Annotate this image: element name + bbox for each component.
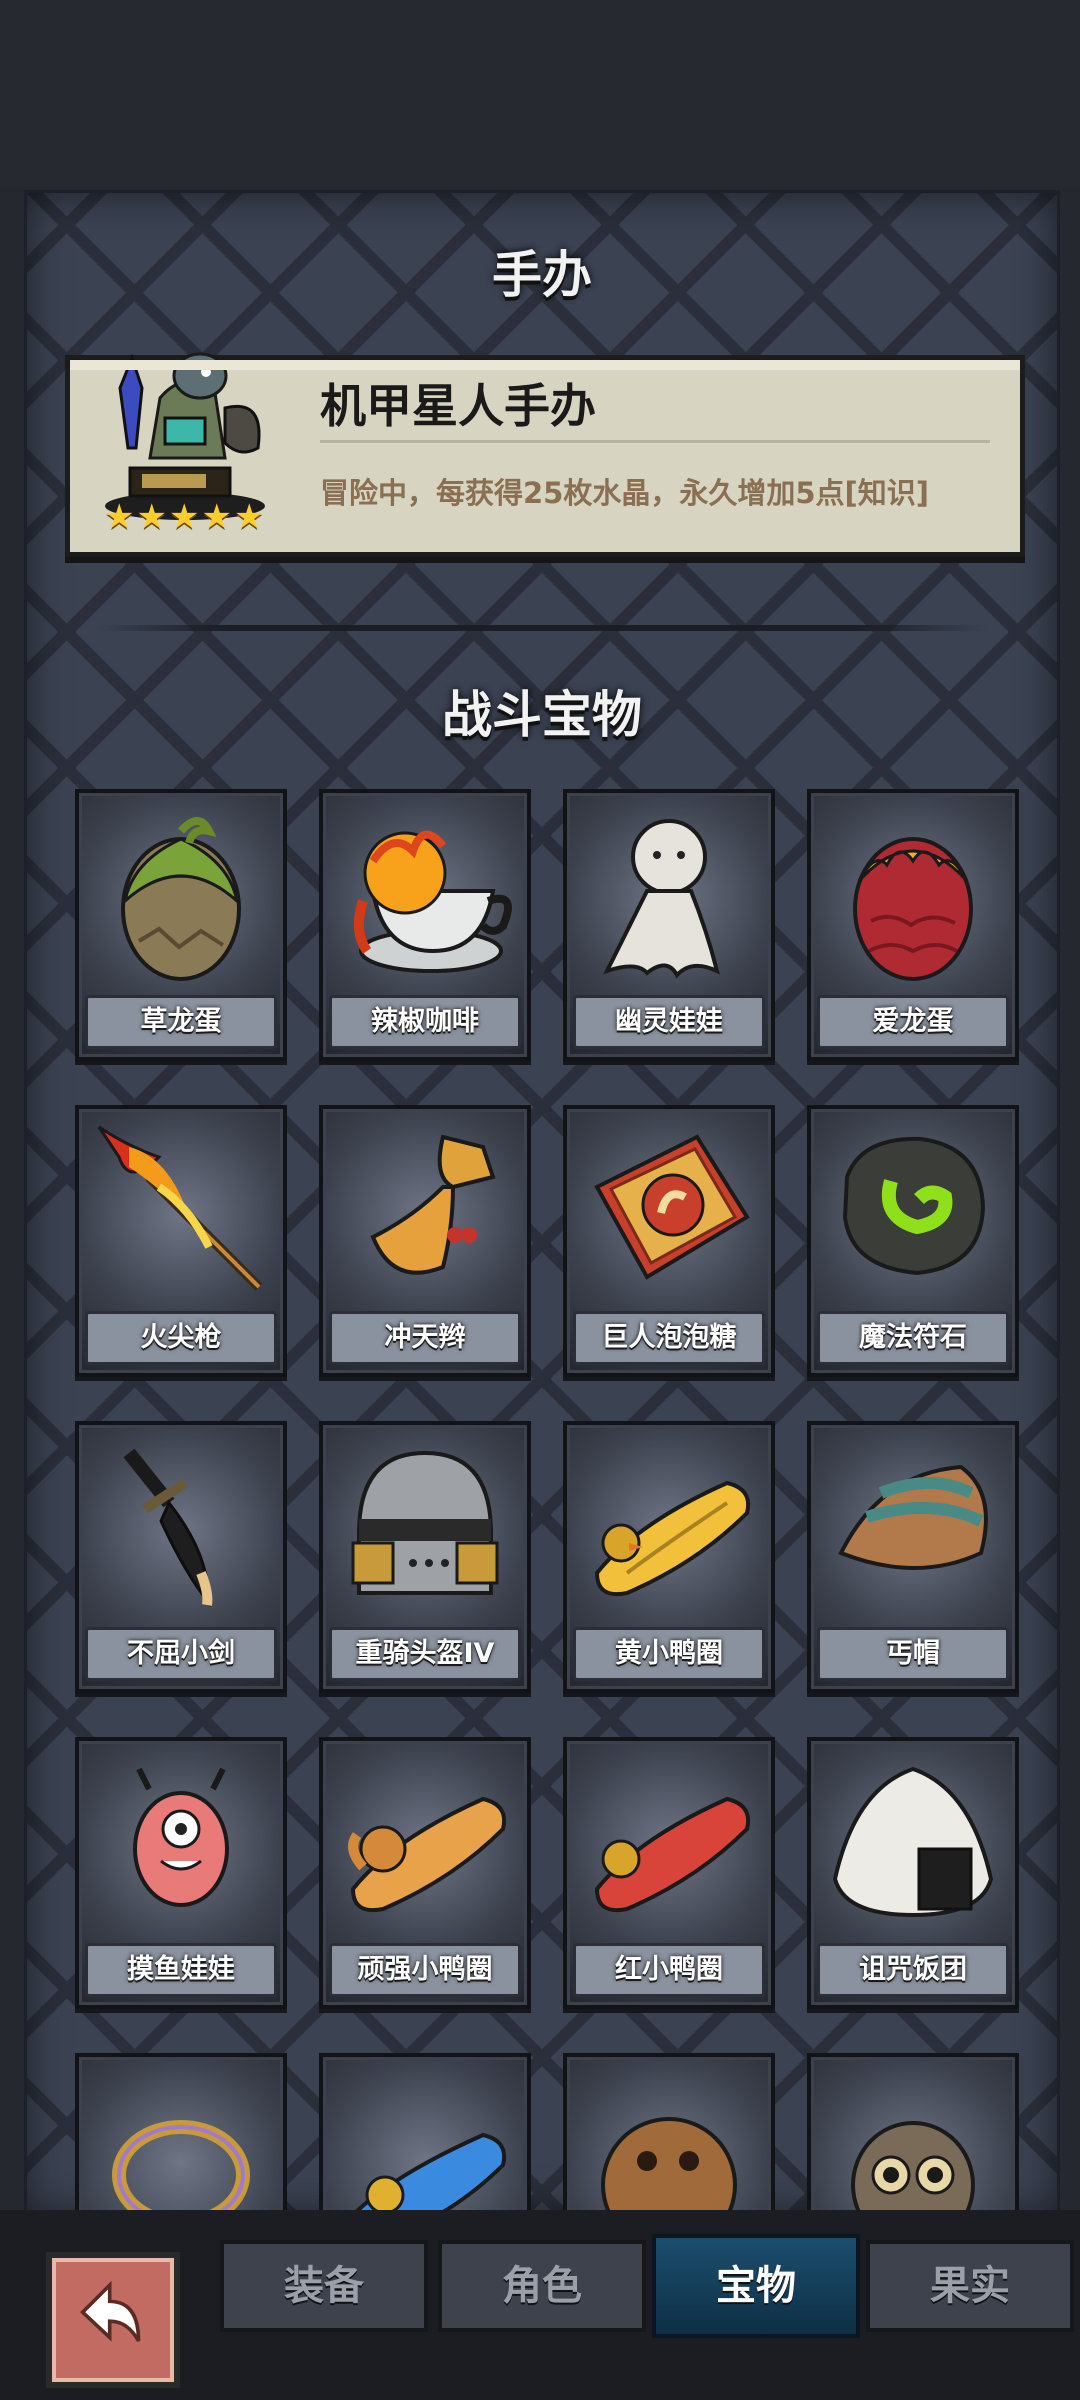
treasure-card-red-duck-ring[interactable]: 红小鸭圈 [563, 1737, 775, 2009]
treasure-card-tough-duck-ring[interactable]: 顽强小鸭圈 [319, 1737, 531, 2009]
treasure-label: 辣椒咖啡 [329, 995, 521, 1049]
treasure-card-giant-bubblegum[interactable]: 巨人泡泡糖 [563, 1105, 775, 1377]
treasure-label: 火尖枪 [85, 1311, 277, 1365]
treasure-card-unyielding-sword[interactable]: 不屈小剑 [75, 1421, 287, 1693]
tab-fruit[interactable]: 果实 [866, 2240, 1074, 2332]
treasure-label: 重骑头盔IV [329, 1627, 521, 1681]
blue-duck-ring-icon [352, 2132, 506, 2213]
figurine-star-rating: ★ ★ ★ ★ ★ [104, 500, 264, 534]
back-button[interactable] [46, 2252, 180, 2388]
figurine-name-underline [320, 440, 990, 443]
bottom-nav-bar: 装备 角色 宝物 果实 [0, 2210, 1080, 2400]
tough-duck-ring-icon [348, 1796, 506, 1912]
section-divider [97, 625, 987, 631]
pigtail-icon [370, 1134, 496, 1275]
treasure-card-bronze-pot[interactable] [563, 2053, 775, 2213]
treasure-label: 魔法符石 [817, 1311, 1009, 1365]
figurine-name: 机甲星人手办 [320, 379, 596, 433]
tab-character[interactable]: 角色 [438, 2240, 646, 2332]
treasure-label: 诅咒饭团 [817, 1943, 1009, 1997]
treasure-card-knight-helmet[interactable]: 重骑头盔IV [319, 1421, 531, 1693]
treasure-card-owl[interactable] [807, 2053, 1019, 2213]
treasure-label: 幽灵娃娃 [573, 995, 765, 1049]
treasure-card-pigtail[interactable]: 冲天辫 [319, 1105, 531, 1377]
yellow-duck-ring-icon [594, 1480, 750, 1596]
star-icon: ★ [104, 497, 135, 537]
giant-bubblegum-icon [594, 1134, 750, 1280]
treasure-label: 巨人泡泡糖 [573, 1311, 765, 1365]
treasure-label: 冲天辫 [329, 1311, 521, 1365]
fire-spear-icon [97, 1125, 263, 1291]
unyielding-sword-icon [123, 1448, 213, 1608]
love-dragon-egg-icon [853, 837, 973, 981]
star-icon: ★ [233, 497, 265, 537]
treasure-label: 不屈小剑 [85, 1627, 277, 1681]
treasure-grid: 草龙蛋 辣椒咖啡 幽灵娃娃 爱龙蛋 火尖枪 冲天辫 巨人泡泡糖 魔法符石 不屈小… [27, 789, 1057, 2213]
figurine-card[interactable]: ★ ★ ★ ★ ★ 机甲星人手办 冒险中，每获得25枚水晶，永久增加5点[知识] [65, 352, 1025, 557]
status-bar-area [0, 0, 1080, 190]
combat-section-title: 战斗宝物 [442, 686, 642, 744]
treasure-card-cursed-rice-ball[interactable]: 诅咒饭团 [807, 1737, 1019, 2009]
tab-treasure[interactable]: 宝物 [652, 2234, 860, 2338]
star-icon: ★ [168, 497, 200, 537]
treasure-label: 爱龙蛋 [817, 995, 1009, 1049]
star-icon: ★ [201, 497, 232, 537]
knight-helmet-icon [351, 1450, 499, 1595]
cursed-rice-ball-icon [832, 1766, 994, 1918]
grass-dragon-egg-icon [121, 817, 241, 981]
treasure-label: 丐帽 [817, 1627, 1009, 1681]
figurine-description: 冒险中，每获得25枚水晶，永久增加5点[知识] [320, 476, 930, 510]
treasure-label: 草龙蛋 [85, 995, 277, 1049]
treasure-card-beggar-hat[interactable]: 丐帽 [807, 1421, 1019, 1693]
treasure-card-chili-coffee[interactable]: 辣椒咖啡 [319, 789, 531, 1061]
treasure-card-grass-dragon-egg[interactable]: 草龙蛋 [75, 789, 287, 1061]
magic-rune-stone-icon [842, 1136, 986, 1276]
treasure-label: 黄小鸭圈 [573, 1627, 765, 1681]
treasure-card-rainbow-ring[interactable] [75, 2053, 287, 2213]
slacker-doll-icon [133, 1767, 229, 1907]
treasure-label: 摸鱼娃娃 [85, 1943, 277, 1997]
treasure-card-magic-rune-stone[interactable]: 魔法符石 [807, 1105, 1019, 1377]
chili-coffee-icon [353, 830, 512, 973]
treasure-card-blue-duck-ring[interactable] [319, 2053, 531, 2213]
ghost-doll-icon [603, 819, 720, 979]
treasure-label: 红小鸭圈 [573, 1943, 765, 1997]
treasure-card-ghost-doll[interactable]: 幽灵娃娃 [563, 789, 775, 1061]
tab-equipment[interactable]: 装备 [220, 2240, 428, 2332]
treasure-label: 顽强小鸭圈 [329, 1943, 521, 1997]
treasure-card-yellow-duck-ring[interactable]: 黄小鸭圈 [563, 1421, 775, 1693]
treasure-card-fire-spear[interactable]: 火尖枪 [75, 1105, 287, 1377]
back-arrow-icon [80, 2280, 141, 2342]
beggar-hat-icon [838, 1464, 988, 1570]
owl-icon [851, 2121, 975, 2213]
treasure-card-love-dragon-egg[interactable]: 爱龙蛋 [807, 789, 1019, 1061]
rainbow-ring-icon [112, 2120, 250, 2213]
red-duck-ring-icon [594, 1796, 750, 1912]
treasure-card-slacker-doll[interactable]: 摸鱼娃娃 [75, 1737, 287, 2009]
bronze-pot-icon [601, 2117, 737, 2213]
figurine-section-title: 手办 [492, 246, 592, 304]
star-icon: ★ [136, 497, 167, 537]
treasure-panel: 手办 ★ ★ ★ ★ ★ 机甲星人手办 冒险中，每获得25枚水晶，永久增加5点[… [24, 190, 1060, 2216]
